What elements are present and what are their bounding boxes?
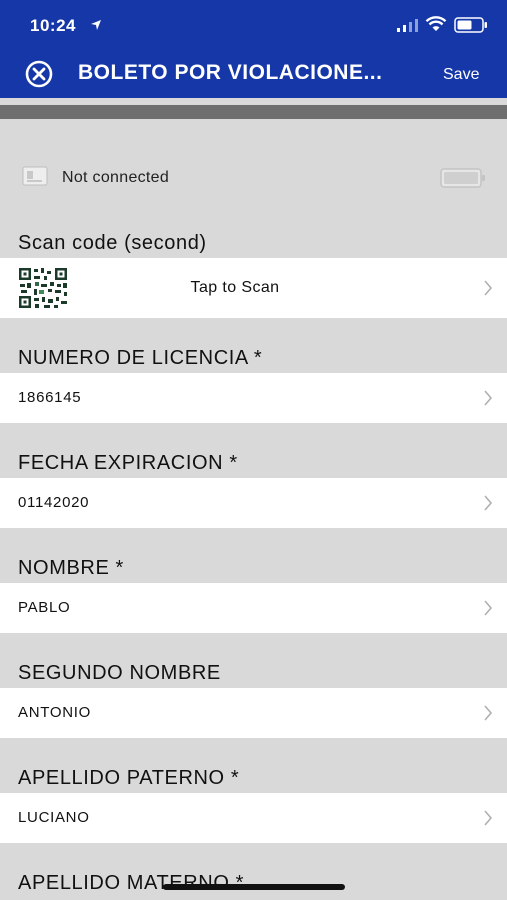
save-button[interactable]: Save xyxy=(443,66,479,84)
field-label: SEGUNDO NOMBRE xyxy=(18,662,221,684)
chevron-right-icon xyxy=(484,705,493,721)
chevron-right-icon xyxy=(484,810,493,826)
card-reader-icon xyxy=(22,166,48,186)
field-value: 1866145 xyxy=(18,389,82,406)
expiration-date-field[interactable]: 01142020 xyxy=(0,478,507,528)
wifi-icon xyxy=(425,16,447,31)
device-battery-icon xyxy=(440,168,485,188)
chevron-right-icon xyxy=(484,495,493,511)
top-bar: 10:24 BOLETO POR VIOLACIONE... Save xyxy=(0,0,507,98)
location-arrow-icon xyxy=(91,20,101,30)
battery-icon xyxy=(454,17,487,33)
field-value: PABLO xyxy=(18,599,71,616)
middle-name-field[interactable]: ANTONIO xyxy=(0,688,507,738)
field-value: LUCIANO xyxy=(18,809,90,826)
scan-row[interactable]: Tap to Scan xyxy=(0,258,507,318)
field-label: APELLIDO PATERNO * xyxy=(18,767,240,789)
chevron-right-icon xyxy=(484,600,493,616)
paternal-surname-field[interactable]: LUCIANO xyxy=(0,793,507,843)
field-label: FECHA EXPIRACION * xyxy=(18,452,238,474)
page-title: BOLETO POR VIOLACIONE... xyxy=(78,61,383,84)
status-time: 10:24 xyxy=(30,16,76,35)
license-number-field[interactable]: 1866145 xyxy=(0,373,507,423)
scan-section-label: Scan code (second) xyxy=(18,232,207,254)
field-value: ANTONIO xyxy=(18,704,91,721)
tap-to-scan-label: Tap to Scan xyxy=(190,279,280,296)
chevron-right-icon xyxy=(484,280,493,296)
first-name-field[interactable]: PABLO xyxy=(0,583,507,633)
connection-status-row: Not connected xyxy=(0,160,507,196)
connection-status-text: Not connected xyxy=(62,169,170,186)
field-value: 01142020 xyxy=(18,494,90,511)
field-label: NOMBRE * xyxy=(18,557,124,579)
divider-strip xyxy=(0,105,507,119)
close-icon[interactable] xyxy=(25,60,53,88)
home-indicator[interactable] xyxy=(163,884,345,890)
chevron-right-icon xyxy=(484,390,493,406)
field-label: NUMERO DE LICENCIA * xyxy=(18,347,263,369)
cellular-signal-icon xyxy=(397,19,418,32)
